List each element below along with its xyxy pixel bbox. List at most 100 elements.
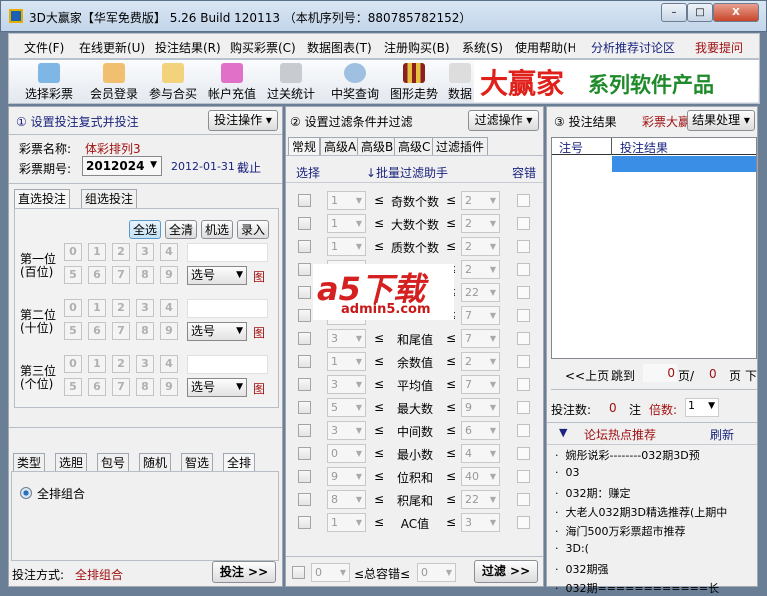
- filter-max-select[interactable]: 6 ▼: [461, 421, 500, 440]
- filter-tab-1[interactable]: 高级A: [320, 137, 361, 156]
- input-button[interactable]: 录入: [237, 220, 269, 239]
- select-lottery-button[interactable]: 选择彩票: [21, 62, 77, 102]
- banner-ad[interactable]: 大赢家 系列软件产品: [474, 60, 758, 102]
- digit-button[interactable]: 4: [160, 355, 178, 373]
- trend-chart-button[interactable]: 图形走势: [386, 62, 442, 102]
- tolerance-checkbox[interactable]: [517, 240, 530, 253]
- tolerance-checkbox[interactable]: [517, 355, 530, 368]
- filter-enable-checkbox[interactable]: [298, 332, 311, 345]
- filter-min-select[interactable]: 9 ▼: [327, 467, 366, 486]
- tab-direct-bet[interactable]: 直选投注: [14, 189, 71, 209]
- filter-max-select[interactable]: 7 ▼: [461, 329, 500, 348]
- digit-button[interactable]: 1: [88, 243, 106, 261]
- tab-4[interactable]: 智选: [181, 453, 214, 472]
- forum-post[interactable]: · 032期强: [555, 561, 749, 577]
- filter-enable-checkbox[interactable]: [298, 516, 311, 529]
- filter-enable-checkbox[interactable]: [298, 286, 311, 299]
- tolerance-checkbox[interactable]: [517, 309, 530, 322]
- digit-button[interactable]: 5: [64, 322, 82, 340]
- filter-tab-2[interactable]: 高级B: [357, 137, 398, 156]
- digit-button[interactable]: 6: [88, 266, 106, 284]
- menu-results[interactable]: 投注结果(R): [155, 39, 221, 56]
- menu-charts[interactable]: 数据图表(T): [307, 39, 372, 56]
- chart-link[interactable]: 图: [253, 380, 265, 397]
- forum-post[interactable]: · 海门500万彩票超市推荐: [555, 523, 749, 539]
- close-button[interactable]: X: [713, 3, 759, 22]
- selected-row[interactable]: [612, 156, 756, 172]
- filter-enable-checkbox[interactable]: [298, 470, 311, 483]
- filter-enable-checkbox[interactable]: [298, 447, 311, 460]
- select-number-dropdown[interactable]: 选号 ▼: [187, 266, 247, 285]
- menu-file[interactable]: 文件(F): [24, 39, 64, 56]
- filter-max-select[interactable]: 9 ▼: [461, 398, 500, 417]
- filter-max-select[interactable]: 4 ▼: [461, 444, 500, 463]
- member-login-button[interactable]: 会员登录: [86, 62, 142, 102]
- chart-link[interactable]: 图: [253, 324, 265, 341]
- filter-tab-0[interactable]: 常规: [288, 137, 321, 156]
- maximize-button[interactable]: □: [687, 3, 713, 22]
- digit-button[interactable]: 9: [160, 266, 178, 284]
- recharge-button[interactable]: 帐户充值: [204, 62, 260, 102]
- forum-post[interactable]: · 婉彤说彩--------032期3D预: [555, 447, 749, 463]
- digit-button[interactable]: 9: [160, 322, 178, 340]
- tolerance-checkbox[interactable]: [517, 332, 530, 345]
- tab-5[interactable]: 全排: [223, 453, 256, 472]
- filter-enable-checkbox[interactable]: [298, 240, 311, 253]
- digit-button[interactable]: 8: [136, 378, 154, 396]
- filter-max-select[interactable]: 2 ▼: [461, 191, 500, 210]
- filter-enable-checkbox[interactable]: [298, 194, 311, 207]
- digit-button[interactable]: 5: [64, 378, 82, 396]
- filter-min-select[interactable]: 8 ▼: [327, 490, 366, 509]
- data-button[interactable]: 数据: [445, 62, 475, 102]
- selected-digits-input[interactable]: [187, 355, 268, 374]
- batch-filter-helper[interactable]: ↓批量过滤助手: [366, 164, 448, 181]
- filter-min-select[interactable]: 0 ▼: [327, 444, 366, 463]
- digit-button[interactable]: 1: [88, 299, 106, 317]
- digit-button[interactable]: 6: [88, 378, 106, 396]
- filter-max-select[interactable]: 22 ▼: [461, 490, 500, 509]
- next-page-link[interactable]: 下: [745, 367, 757, 384]
- filter-max-select[interactable]: 2 ▼: [461, 214, 500, 233]
- total-tolerance-min[interactable]: 0 ▼: [311, 563, 350, 582]
- digit-button[interactable]: 0: [64, 299, 82, 317]
- tolerance-checkbox[interactable]: [517, 286, 530, 299]
- bet-operations-button[interactable]: 投注操作 ▾: [208, 110, 278, 131]
- digit-button[interactable]: 7: [112, 322, 130, 340]
- random-pick-button[interactable]: 机选: [201, 220, 233, 239]
- forum-link[interactable]: 分析推荐讨论区: [591, 39, 675, 56]
- digit-button[interactable]: 3: [136, 299, 154, 317]
- menu-update[interactable]: 在线更新(U): [79, 39, 145, 56]
- col-bet-result[interactable]: 投注结果: [620, 139, 668, 156]
- filter-enable-checkbox[interactable]: [298, 263, 311, 276]
- bet-submit-button[interactable]: 投注 >>: [212, 561, 276, 583]
- select-number-dropdown[interactable]: 选号 ▼: [187, 378, 247, 397]
- filter-enable-checkbox[interactable]: [298, 217, 311, 230]
- filter-submit-button[interactable]: 过滤 >>: [474, 560, 538, 583]
- filter-enable-checkbox[interactable]: [298, 424, 311, 437]
- select-number-dropdown[interactable]: 选号 ▼: [187, 322, 247, 341]
- filter-max-select[interactable]: 7 ▼: [461, 375, 500, 394]
- filter-max-select[interactable]: 40 ▼: [461, 467, 500, 486]
- filter-max-select[interactable]: 3 ▼: [461, 513, 500, 532]
- prize-query-button[interactable]: 中奖查询: [327, 62, 383, 102]
- multiplier-select[interactable]: 1 ▼: [685, 398, 719, 417]
- tolerance-checkbox[interactable]: [517, 424, 530, 437]
- digit-button[interactable]: 3: [136, 243, 154, 261]
- digit-button[interactable]: 8: [136, 322, 154, 340]
- filter-enable-checkbox[interactable]: [298, 309, 311, 322]
- tolerance-checkbox[interactable]: [517, 401, 530, 414]
- digit-button[interactable]: 5: [64, 266, 82, 284]
- tolerance-checkbox[interactable]: [517, 194, 530, 207]
- filter-min-select[interactable]: 5 ▼: [327, 398, 366, 417]
- filter-tab-3[interactable]: 高级C: [394, 137, 435, 156]
- forum-post[interactable]: · 032期============长: [555, 580, 749, 596]
- filter-enable-checkbox[interactable]: [298, 493, 311, 506]
- prev-page-link[interactable]: <<上页: [565, 367, 609, 384]
- filter-min-select[interactable]: 3 ▼: [327, 375, 366, 394]
- filter-min-select[interactable]: 1 ▼: [327, 352, 366, 371]
- digit-button[interactable]: 1: [88, 355, 106, 373]
- digit-button[interactable]: 4: [160, 299, 178, 317]
- minimize-button[interactable]: –: [661, 3, 687, 22]
- filter-enable-checkbox[interactable]: [298, 355, 311, 368]
- ask-link[interactable]: 我要提问: [695, 39, 743, 56]
